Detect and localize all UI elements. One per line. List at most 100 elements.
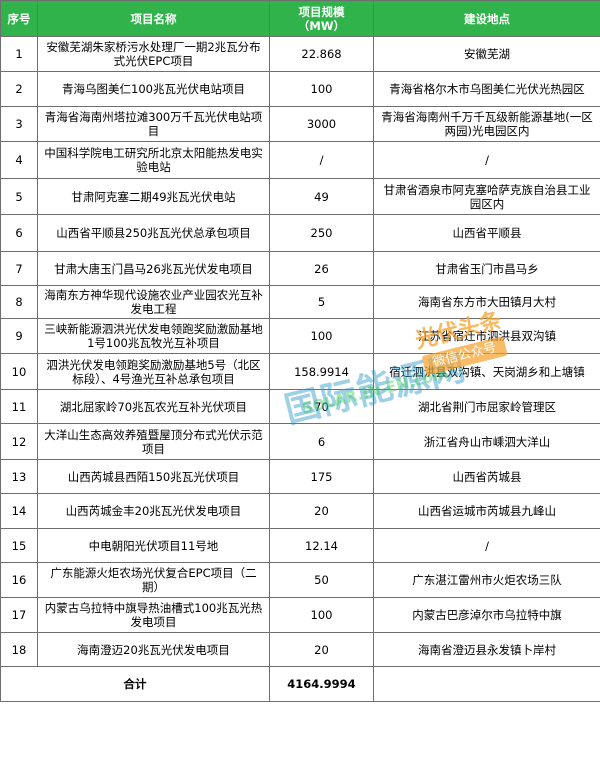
table-row: 14 山西芮城金丰20兆瓦光伏发电项目 20 山西省运城市芮城县九峰山 — [0, 493, 600, 529]
table-body: 1 安徽芜湖朱家桥污水处理厂一期2兆瓦分布式光伏EPC项目 22.868 安徽芜湖 2 青… — [0, 36, 600, 667]
table-row: 17 内蒙古乌拉特中旗导热油槽式100兆瓦光热发电项目 100 内蒙古巴彦淖尔市乌拉特… — [0, 597, 600, 633]
project-table: 序号 项目名称 项目规模 （MW） 建设地点 1 安徽芜湖朱家桥污水处理厂一期2兆… — [0, 0, 600, 702]
table-row: 15 中电朝阳光伏项目11号地 12.14/ — [0, 528, 600, 563]
row-number: 12 — [0, 423, 38, 460]
project-name: 湖北屈家岭70兆瓦农光互补光伏项目 — [37, 389, 270, 424]
project-scale: 100 — [269, 318, 374, 354]
project-name: 山西省平顺县250兆瓦光伏总承包项目 — [37, 214, 270, 252]
table-row: 16 广东能源火炬农场光伏复合EPC项目（二期） 50 广东湛江雷州市火炬农场三队 — [0, 562, 600, 598]
project-site: 湖北省荆门市屈家岭管理区 — [373, 389, 600, 424]
project-scale: 6 — [269, 423, 374, 460]
project-scale: 49 — [269, 178, 374, 215]
table-row: 9 三峡新能源泗洪光伏发电领跑奖励激励基地1号100兆瓦牧光互补项目 100 江苏省宿… — [0, 318, 600, 354]
project-name: 山西芮城县西陌150兆瓦光伏项目 — [37, 459, 270, 494]
project-name: 青海乌图美仁100兆瓦光伏电站项目 — [37, 71, 270, 107]
table-row: 13 山西芮城县西陌150兆瓦光伏项目 175 山西省芮城县 — [0, 459, 600, 494]
project-scale: 250 — [269, 214, 374, 252]
total-label: 合计 — [0, 666, 270, 702]
row-number: 14 — [0, 493, 38, 529]
project-scale: 175 — [269, 459, 374, 494]
total-row: 合计 4164.9994 — [0, 666, 600, 702]
project-name: 广东能源火炬农场光伏复合EPC项目（二期） — [37, 562, 270, 598]
project-scale: 22.868 — [269, 36, 374, 72]
row-number: 2 — [0, 71, 38, 107]
project-site: 宿迁泗洪县双沟镇、天岗湖乡和上塘镇 — [373, 353, 600, 390]
row-number: 18 — [0, 632, 38, 667]
project-site: 海南省澄迈县永发镇卜岸村 — [373, 632, 600, 667]
project-name: 中电朝阳光伏项目11号地 — [37, 528, 270, 563]
project-scale: 12.14 — [269, 528, 374, 563]
project-name: 大洋山生态高效养殖暨屋顶分布式光伏示范项目 — [37, 423, 270, 460]
row-number: 13 — [0, 459, 38, 494]
header-scale: 项目规模 （MW） — [269, 0, 374, 37]
row-number: 3 — [0, 106, 38, 142]
project-name: 中国科学院电工研究所北京太阳能热发电实验电站 — [37, 141, 270, 179]
header-name: 项目名称 — [37, 0, 270, 37]
project-scale: / — [269, 141, 374, 179]
project-name: 泗洪光伏发电领跑奖励激励基地5号（北区标段）、4号渔光互补总承包项目 — [37, 353, 270, 390]
table-row: 8 海南东方神华现代设施农业产业园农光互补发电工程 5 海南省东方市大田镇月大村 — [0, 285, 600, 319]
project-name: 甘肃阿克塞二期49兆瓦光伏电站 — [37, 178, 270, 215]
project-name: 山西芮城金丰20兆瓦光伏发电项目 — [37, 493, 270, 529]
project-site: 浙江省舟山市嵊泗大洋山 — [373, 423, 600, 460]
project-name: 安徽芜湖朱家桥污水处理厂一期2兆瓦分布式光伏EPC项目 — [37, 36, 270, 72]
project-scale: 3000 — [269, 106, 374, 142]
table-row: 4 中国科学院电工研究所北京太阳能热发电实验电站 / / — [0, 141, 600, 179]
project-site: 安徽芜湖 — [373, 36, 600, 72]
project-scale: 20 — [269, 493, 374, 529]
project-site: 广东湛江雷州市火炬农场三队 — [373, 562, 600, 598]
total-site-empty — [373, 666, 600, 702]
row-number: 9 — [0, 318, 38, 354]
project-name: 甘肃大唐玉门昌马26兆瓦光伏发电项目 — [37, 251, 270, 286]
row-number: 15 — [0, 528, 38, 563]
header-row: 序号 项目名称 项目规模 （MW） 建设地点 — [0, 0, 600, 37]
project-site: 内蒙古巴彦淖尔市乌拉特中旗 — [373, 597, 600, 633]
project-scale: 70 — [269, 389, 374, 424]
table-row: 7 甘肃大唐玉门昌马26兆瓦光伏发电项目 26 甘肃省玉门市昌马乡 — [0, 251, 600, 286]
project-site: 山西省运城市芮城县九峰山 — [373, 493, 600, 529]
project-site: / — [373, 528, 600, 563]
project-site: 海南省东方市大田镇月大村 — [373, 285, 600, 319]
row-number: 5 — [0, 178, 38, 215]
project-site: 甘肃省酒泉市阿克塞哈萨克族自治县工业园区内 — [373, 178, 600, 215]
project-scale: 100 — [269, 597, 374, 633]
row-number: 7 — [0, 251, 38, 286]
project-site: 山西省平顺县 — [373, 214, 600, 252]
project-scale: 26 — [269, 251, 374, 286]
row-number: 17 — [0, 597, 38, 633]
project-site: 江苏省宿迁市泗洪县双沟镇 — [373, 318, 600, 354]
project-name: 海南澄迈20兆瓦光伏发电项目 — [37, 632, 270, 667]
total-value: 4164.9994 — [269, 666, 374, 702]
project-site: 山西省芮城县 — [373, 459, 600, 494]
project-scale: 100 — [269, 71, 374, 107]
table-row: 2 青海乌图美仁100兆瓦光伏电站项目 100 青海省格尔木市乌图美仁光伏光热园区 — [0, 71, 600, 107]
project-name: 海南东方神华现代设施农业产业园农光互补发电工程 — [37, 285, 270, 319]
table-row: 1 安徽芜湖朱家桥污水处理厂一期2兆瓦分布式光伏EPC项目 22.868 安徽芜湖 — [0, 36, 600, 72]
table-row: 6 山西省平顺县250兆瓦光伏总承包项目 250 山西省平顺县 — [0, 214, 600, 252]
row-number: 16 — [0, 562, 38, 598]
row-number: 4 — [0, 141, 38, 179]
project-site: 青海省海南州千万千瓦级新能源基地(一区两园)光电园区内 — [373, 106, 600, 142]
table-row: 18 海南澄迈20兆瓦光伏发电项目 20 海南省澄迈县永发镇卜岸村 — [0, 632, 600, 667]
table-row: 12 大洋山生态高效养殖暨屋顶分布式光伏示范项目 6 浙江省舟山市嵊泗大洋山 — [0, 423, 600, 460]
header-site: 建设地点 — [373, 0, 600, 37]
project-site: 甘肃省玉门市昌马乡 — [373, 251, 600, 286]
row-number: 11 — [0, 389, 38, 424]
header-no: 序号 — [0, 0, 38, 37]
project-scale: 158.9914 — [269, 353, 374, 390]
project-site: 青海省格尔木市乌图美仁光伏光热园区 — [373, 71, 600, 107]
table-row: 3 青海省海南州塔拉滩300万千瓦光伏电站项目 3000 青海省海南州千万千瓦级新能源… — [0, 106, 600, 142]
row-number: 6 — [0, 214, 38, 252]
table-row: 11 湖北屈家岭70兆瓦农光互补光伏项目 70 湖北省荆门市屈家岭管理区 — [0, 389, 600, 424]
project-scale: 20 — [269, 632, 374, 667]
table-row: 10 泗洪光伏发电领跑奖励激励基地5号（北区标段）、4号渔光互补总承包项目 158.… — [0, 353, 600, 390]
project-name: 三峡新能源泗洪光伏发电领跑奖励激励基地1号100兆瓦牧光互补项目 — [37, 318, 270, 354]
header-scale-unit: （MW） — [297, 18, 346, 33]
project-scale: 50 — [269, 562, 374, 598]
project-scale: 5 — [269, 285, 374, 319]
row-number: 8 — [0, 285, 38, 319]
project-name: 内蒙古乌拉特中旗导热油槽式100兆瓦光热发电项目 — [37, 597, 270, 633]
project-site: / — [373, 141, 600, 179]
table-row: 5 甘肃阿克塞二期49兆瓦光伏电站 49 甘肃省酒泉市阿克塞哈萨克族自治县工业园区内 — [0, 178, 600, 215]
header-scale-title: 项目规模 — [298, 4, 345, 19]
